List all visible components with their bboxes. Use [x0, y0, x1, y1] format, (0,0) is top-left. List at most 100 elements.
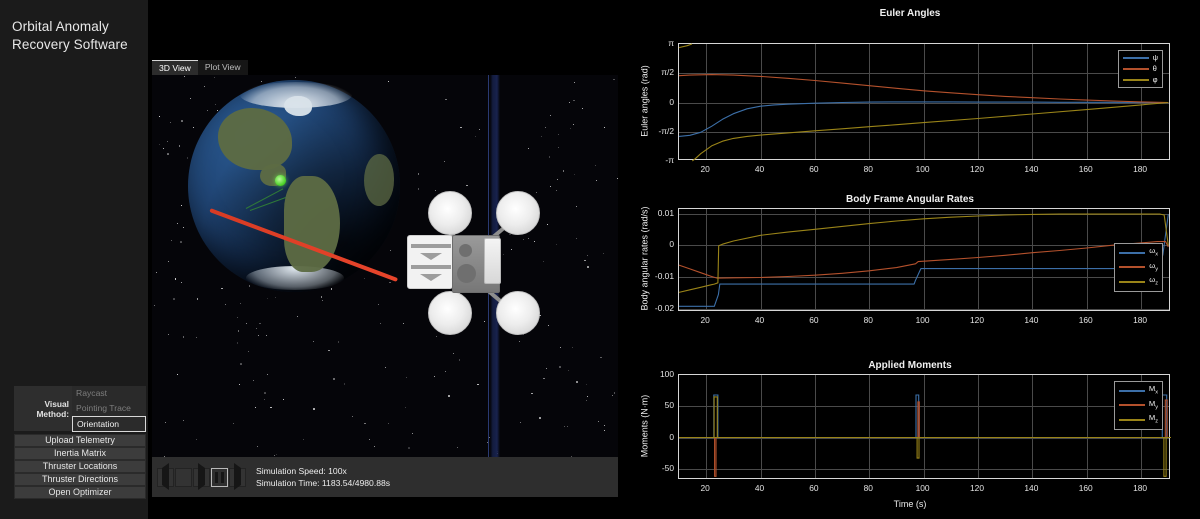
play-button[interactable] — [193, 463, 210, 490]
satellite-model — [407, 183, 540, 343]
legend-label: ψ — [1152, 53, 1158, 62]
star — [282, 399, 284, 400]
star — [190, 98, 191, 99]
plot-area: ωx ωy ωz — [678, 208, 1170, 311]
fast-forward-button[interactable] — [229, 463, 246, 490]
star — [527, 147, 529, 150]
star — [453, 353, 454, 354]
star — [477, 383, 479, 386]
sidebar-button-open-optimizer[interactable]: Open Optimizer — [14, 486, 146, 499]
star — [613, 78, 615, 80]
series-layer — [679, 394, 1171, 477]
star — [214, 103, 216, 105]
x-axis-tick: 80 — [863, 315, 873, 325]
star — [333, 378, 335, 380]
fast-forward-icon — [234, 463, 241, 490]
visual-method-group: Visual Method: Raycast Pointing Trace Orie… — [14, 386, 146, 432]
chart-title: Applied Moments — [868, 360, 952, 371]
chart-legend: ωx ωy ωz — [1114, 243, 1163, 292]
legend-label: Mz — [1148, 413, 1158, 425]
visual-method-option-pointing-trace[interactable]: Pointing Trace — [72, 401, 146, 416]
star — [328, 349, 330, 352]
tab-plot-view[interactable]: Plot View — [197, 60, 248, 75]
x-axis-tick: 20 — [700, 164, 710, 174]
y-axis-label: Euler angles (rad) — [639, 64, 649, 137]
star — [585, 399, 587, 401]
star — [351, 415, 353, 418]
star — [385, 367, 387, 369]
sidebar-button-thruster-directions[interactable]: Thruster Directions — [14, 473, 146, 486]
tab-3d-view[interactable]: 3D View — [152, 60, 198, 75]
star — [573, 173, 576, 176]
y-axis-label: Body angular rates (rad/s) — [639, 205, 649, 310]
dish-antenna-lower-left — [428, 291, 472, 335]
star — [264, 392, 266, 394]
star — [270, 406, 272, 409]
star — [550, 186, 552, 188]
star — [264, 399, 265, 400]
rewind-button[interactable] — [157, 463, 174, 490]
star — [180, 281, 182, 283]
sidebar-button-thruster-locations[interactable]: Thruster Locations — [14, 460, 146, 473]
legend-swatch — [1118, 389, 1145, 392]
x-axis-tick: 100 — [915, 315, 930, 325]
star — [182, 336, 185, 338]
visual-method-option-raycast[interactable]: Raycast — [72, 386, 146, 401]
star — [321, 296, 323, 298]
dish-antenna-upper-left — [428, 191, 472, 235]
star — [555, 190, 557, 191]
sidebar-button-inertia-matrix[interactable]: Inertia Matrix — [14, 447, 146, 460]
star — [296, 315, 298, 317]
star — [586, 254, 589, 257]
visual-method-listbox[interactable]: Raycast Pointing Trace Orientation — [72, 386, 146, 432]
star — [254, 407, 256, 408]
star — [303, 439, 305, 441]
array-bar-upper — [411, 244, 451, 248]
legend-swatch — [1122, 79, 1149, 81]
playback-bar: Simulation Speed: 100x Simulation Time: … — [152, 457, 618, 497]
star — [604, 430, 605, 431]
chart-0: Euler Angles ψ θ φ π π/2 0 -π/2 -π 20 40 60 80 100 120… — [620, 0, 1200, 186]
star — [456, 447, 458, 448]
star — [255, 327, 257, 329]
star — [582, 108, 583, 109]
star — [266, 373, 268, 376]
pause-button[interactable] — [211, 467, 228, 487]
landmass-north-america — [218, 108, 292, 170]
legend-swatch — [1122, 57, 1149, 59]
star — [257, 335, 259, 336]
star — [587, 266, 590, 268]
star — [539, 417, 541, 420]
star — [550, 114, 551, 116]
star — [546, 367, 547, 369]
star — [600, 356, 602, 359]
x-axis-tick: 20 — [700, 315, 710, 325]
y-axis-label: Moments (N·m) — [639, 394, 649, 457]
star — [535, 191, 538, 193]
x-axis-tick: 160 — [1078, 164, 1093, 174]
legend-label: My — [1148, 398, 1158, 411]
star — [570, 128, 572, 130]
x-axis-tick: 80 — [863, 483, 873, 493]
visual-method-option-orientation[interactable]: Orientation — [72, 415, 146, 432]
legend-row: θ — [1122, 64, 1158, 73]
series-line — [678, 213, 1169, 293]
stop-button[interactable] — [175, 467, 192, 487]
star — [444, 371, 446, 373]
x-axis-tick: 40 — [754, 315, 765, 325]
star — [294, 76, 296, 78]
star — [225, 303, 226, 305]
sidebar-button-upload-telemetry[interactable]: Upload Telemetry — [14, 434, 146, 447]
star — [249, 285, 251, 287]
3d-viewport[interactable] — [152, 75, 618, 457]
chart-1: Body Frame Angular Rates ωx ωy ωz 0.01 0 -0.01… — [620, 186, 1200, 352]
star — [611, 394, 614, 396]
star — [181, 205, 182, 206]
star — [173, 298, 175, 300]
star — [460, 126, 462, 129]
x-axis-tick: 180 — [1133, 164, 1148, 174]
legend-swatch — [1118, 418, 1145, 421]
legend-label: θ — [1152, 64, 1157, 73]
star — [186, 157, 189, 159]
star — [540, 135, 542, 137]
